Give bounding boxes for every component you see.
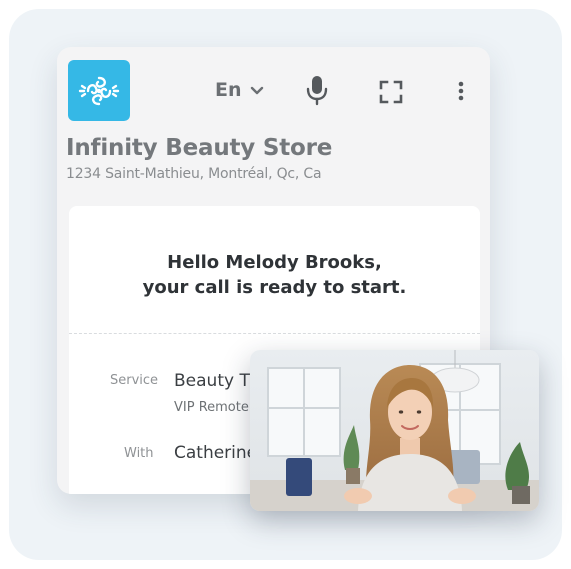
microphone-icon	[306, 76, 328, 106]
language-label: En	[215, 79, 242, 101]
with-label: With	[124, 446, 154, 461]
swirl-ornament-icon	[78, 76, 120, 105]
store-logo	[68, 60, 130, 121]
more-options-button[interactable]	[455, 79, 467, 103]
store-name: Infinity Beauty Store	[66, 135, 333, 161]
greeting: Hello Melody Brooks, your call is ready …	[69, 250, 480, 300]
fullscreen-icon	[379, 80, 403, 104]
greeting-line-1: Hello Melody Brooks,	[167, 252, 382, 273]
service-label: Service	[110, 373, 159, 388]
video-feed-image	[250, 350, 539, 511]
video-preview[interactable]	[250, 350, 539, 511]
dashed-divider	[69, 333, 480, 334]
chevron-down-icon	[250, 86, 263, 94]
store-address: 1234 Saint-Mathieu, Montréal, Qc, Ca	[66, 166, 322, 182]
microphone-button[interactable]	[305, 74, 329, 106]
fullscreen-button[interactable]	[379, 80, 403, 104]
more-vertical-icon	[458, 81, 464, 101]
with-value: Catherine	[174, 443, 258, 463]
greeting-line-2: your call is ready to start.	[142, 277, 407, 298]
language-selector[interactable]: En	[215, 78, 264, 102]
service-subtext: VIP Remote	[174, 400, 249, 415]
service-value: Beauty Ti	[174, 371, 255, 391]
